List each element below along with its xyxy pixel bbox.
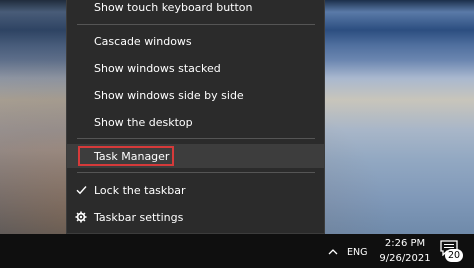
- taskbar-clock[interactable]: 2:26 PM 9/26/2021: [378, 236, 432, 266]
- menu-separator: [77, 172, 315, 173]
- menu-item-show-windows-stacked[interactable]: Show windows stacked: [67, 56, 324, 80]
- gear-icon: [74, 209, 88, 225]
- menu-item-label: Show the desktop: [94, 115, 193, 129]
- menu-item-show-desktop[interactable]: Show the desktop: [67, 110, 324, 134]
- menu-item-label: Lock the taskbar: [94, 183, 186, 197]
- menu-item-cascade-windows[interactable]: Cascade windows: [67, 29, 324, 53]
- menu-item-show-touch-keyboard[interactable]: Show touch keyboard button: [67, 0, 324, 19]
- menu-item-label: Cascade windows: [94, 34, 192, 48]
- menu-item-show-windows-side-by-side[interactable]: Show windows side by side: [67, 83, 324, 107]
- menu-separator: [77, 138, 315, 139]
- clock-date: 9/26/2021: [379, 253, 431, 264]
- chevron-up-icon[interactable]: [326, 244, 340, 258]
- menu-item-label: Taskbar settings: [94, 210, 184, 224]
- clock-time: 2:26 PM: [384, 238, 426, 249]
- task-manager-highlight-box: [78, 146, 174, 166]
- menu-item-label: Show touch keyboard button: [94, 0, 253, 14]
- menu-item-label: Show windows stacked: [94, 61, 221, 75]
- taskbar-context-menu: Show touch keyboard button Cascade windo…: [66, 0, 325, 234]
- menu-item-label: Show windows side by side: [94, 88, 244, 102]
- menu-item-taskbar-settings[interactable]: Taskbar settings: [67, 205, 324, 229]
- checkmark-icon: [74, 182, 88, 198]
- notification-count-badge: 20: [445, 249, 463, 262]
- menu-separator: [77, 24, 315, 25]
- language-indicator[interactable]: ENG: [347, 244, 367, 260]
- menu-item-lock-taskbar[interactable]: Lock the taskbar: [67, 178, 324, 202]
